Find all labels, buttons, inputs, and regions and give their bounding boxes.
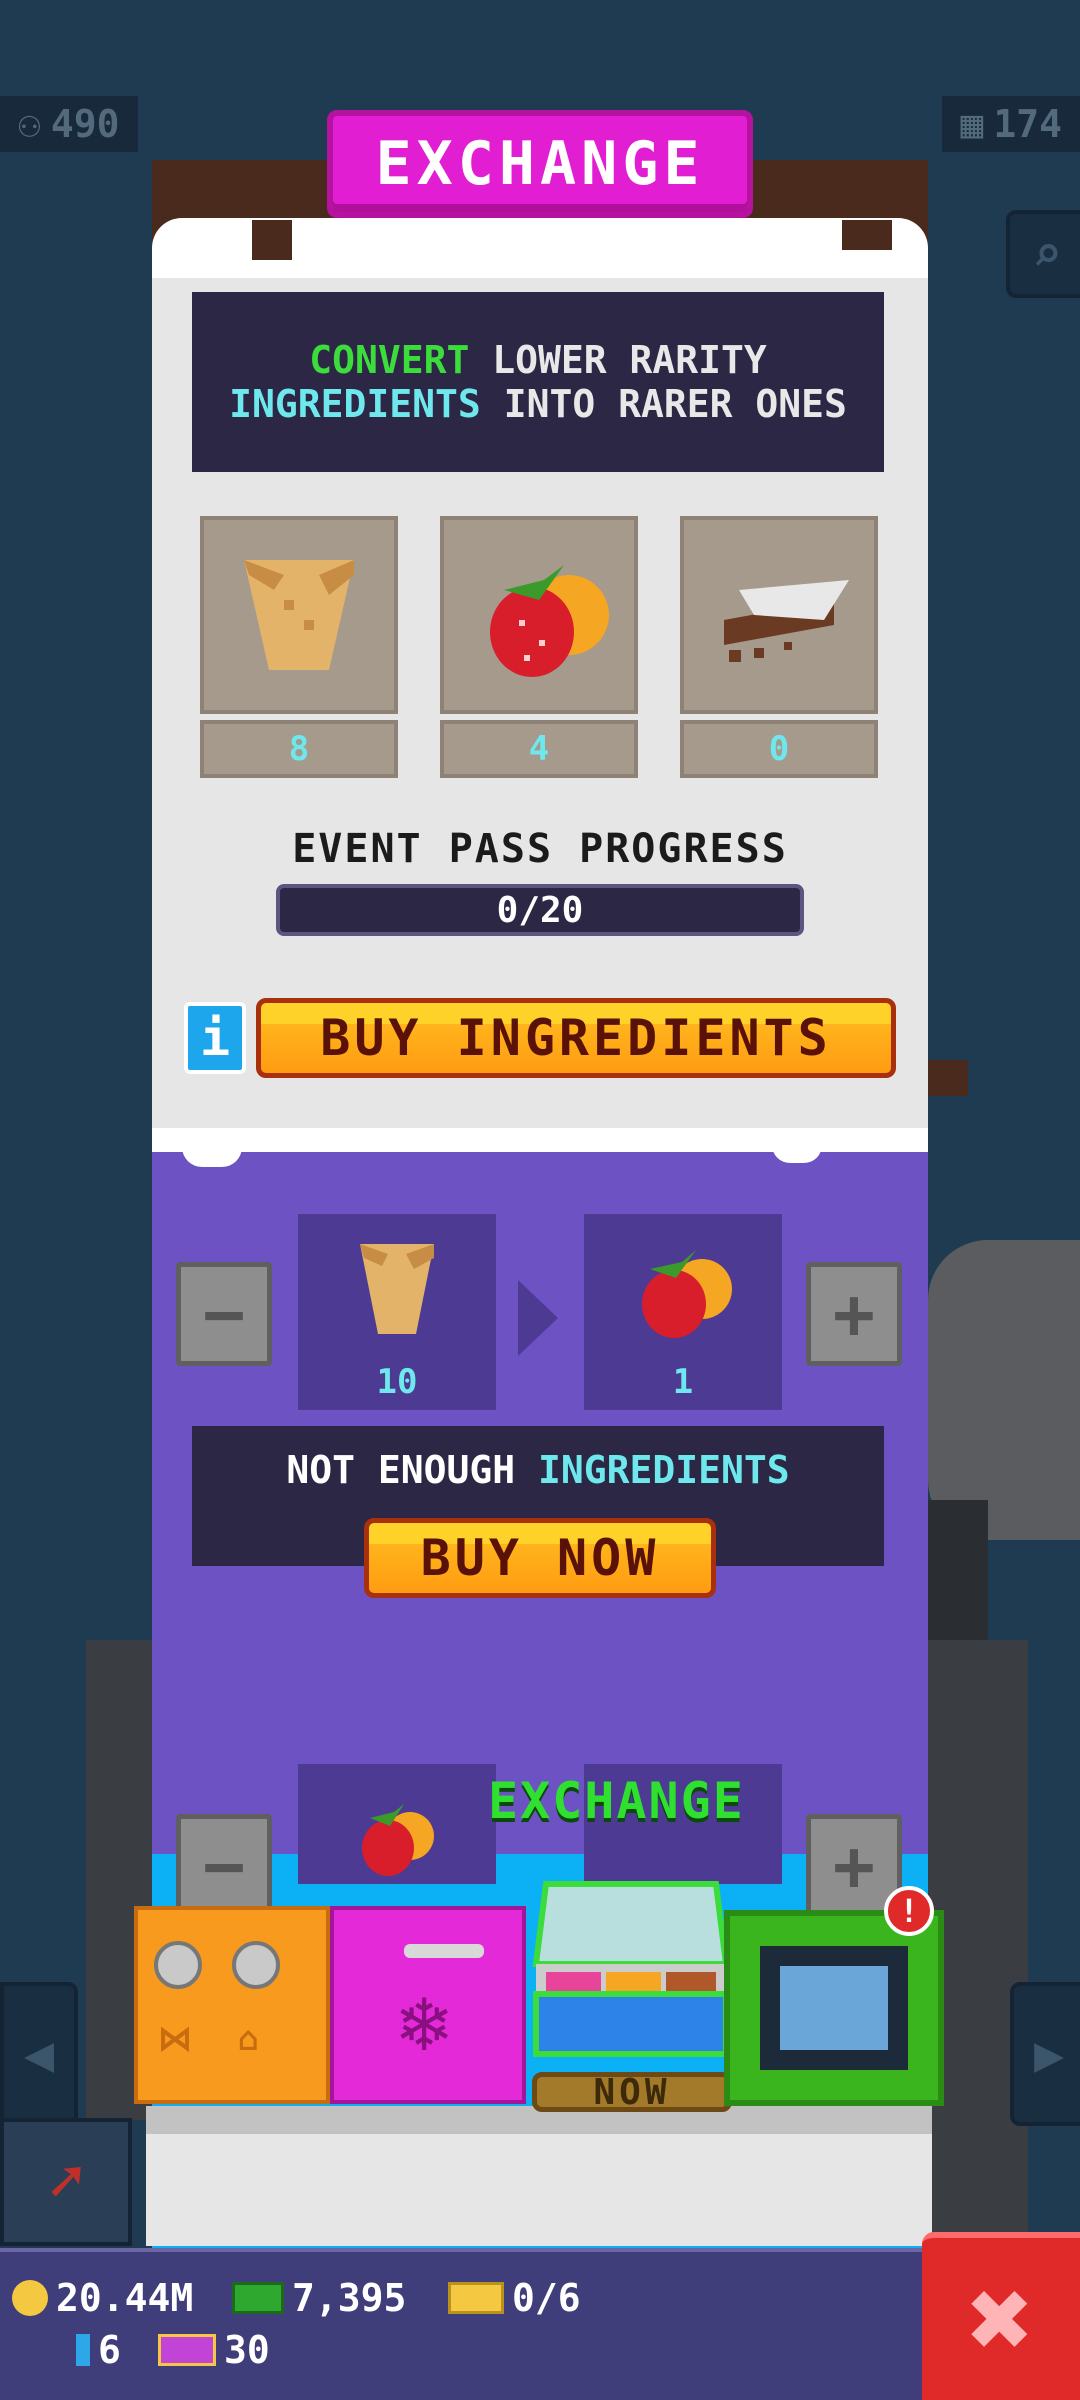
mixer-machine[interactable]: ⋈ ⌂ xyxy=(134,1906,330,2104)
cash-icon xyxy=(232,2282,284,2314)
chocolate-drip xyxy=(252,220,292,260)
chocolate-drip xyxy=(842,220,892,250)
coins-value: 20.44M xyxy=(56,2276,194,2320)
coin-icon xyxy=(12,2280,48,2316)
berries-icon xyxy=(490,565,609,677)
ingredients-highlight: INGREDIENTS xyxy=(229,382,481,426)
search-icon[interactable]: ⌕ xyxy=(1006,210,1080,298)
berries-icon xyxy=(362,1804,434,1876)
chocolate-icon xyxy=(724,580,849,662)
exchange-title-banner: EXCHANGE xyxy=(327,110,753,218)
alert-badge: ! xyxy=(884,1886,934,1936)
info-button[interactable]: i xyxy=(184,1002,246,1074)
not-enough-highlight: INGREDIENTS xyxy=(538,1448,790,1492)
knobs-icon: ⋈ ⌂ xyxy=(154,1941,280,2059)
cone-icon xyxy=(244,560,354,670)
person-icon: ⚇ xyxy=(18,102,41,146)
ticket-icon xyxy=(448,2282,504,2314)
description-line1: LOWER RARITY xyxy=(469,338,767,382)
gems-stat: 6 xyxy=(76,2328,121,2372)
decrease-button[interactable]: − xyxy=(176,1262,272,1366)
to-count: 1 xyxy=(672,1362,694,1402)
floors-counter: ▦ 174 xyxy=(942,96,1080,152)
svg-text:⌂: ⌂ xyxy=(238,2019,258,2059)
cone-icon xyxy=(360,1244,434,1334)
partial-button[interactable]: NOW xyxy=(532,2072,732,2113)
elevator-up-icon[interactable]: ▶ xyxy=(1010,1982,1080,2126)
display-case-icon xyxy=(532,1881,730,2057)
chocolate-ingredient-card[interactable] xyxy=(680,516,878,714)
convert-highlight: CONVERT xyxy=(309,338,470,382)
cash-value: 7,395 xyxy=(292,2276,407,2320)
event-pass-label: EVENT PASS PROGRESS xyxy=(292,826,788,872)
elevator-down-icon[interactable]: ◀ xyxy=(0,1982,78,2126)
tokens-stat: 30 xyxy=(158,2328,270,2372)
cash-stat: 7,395 xyxy=(232,2276,406,2320)
cone-count: 8 xyxy=(200,720,398,778)
fridge-machine[interactable] xyxy=(724,1910,944,2106)
event-pass-progress-bar: 0/20 xyxy=(276,884,804,936)
hammer-tool-icon[interactable]: ➚ xyxy=(0,2118,132,2246)
from-count: 10 xyxy=(376,1362,418,1402)
increase-button[interactable]: + xyxy=(806,1262,902,1366)
berries-count: 4 xyxy=(440,720,638,778)
cone-ingredient-card[interactable] xyxy=(200,516,398,714)
token-icon xyxy=(158,2334,216,2366)
background-smoke xyxy=(928,1240,1080,1540)
background-ledge xyxy=(928,1060,968,1096)
exchange-description: CONVERT LOWER RARITY INGREDIENTS INTO RA… xyxy=(192,292,884,472)
gems-value: 6 xyxy=(98,2328,121,2372)
snowflake-icon: ❄ xyxy=(394,1944,484,2067)
from-ingredient-card[interactable]: 10 xyxy=(298,1214,496,1410)
building-icon: ▦ xyxy=(960,102,984,146)
population-value: 490 xyxy=(50,102,120,146)
display-case-machine[interactable] xyxy=(526,1864,730,2074)
fridge-window-icon xyxy=(760,1946,908,2070)
to-ingredient-card[interactable]: 1 xyxy=(584,1214,782,1410)
buy-ingredients-button[interactable]: BUY INGREDIENTS xyxy=(256,998,896,1078)
tokens-value: 30 xyxy=(224,2328,270,2372)
coins-stat: 20.44M xyxy=(12,2276,193,2320)
buy-now-button[interactable]: BUY NOW xyxy=(364,1518,716,1598)
not-enough-text: NOT ENOUGH xyxy=(286,1448,516,1492)
snow-drip xyxy=(182,1145,242,1167)
tickets-stat: 0/6 xyxy=(448,2276,581,2320)
chocolate-count: 0 xyxy=(680,720,878,778)
arrow-right-icon xyxy=(518,1280,558,1356)
freezer-machine[interactable]: ❄ xyxy=(330,1906,526,2104)
berries-icon xyxy=(642,1250,732,1338)
decrease-button-2[interactable]: − xyxy=(176,1814,272,1918)
status-bar xyxy=(0,2252,930,2400)
tickets-value: 0/6 xyxy=(512,2276,581,2320)
svg-text:❄: ❄ xyxy=(394,1983,454,2067)
event-pass-progress-text: 0/20 xyxy=(496,889,584,931)
close-button[interactable]: ✖ xyxy=(922,2232,1080,2400)
description-line2: INTO RARER ONES xyxy=(480,382,847,426)
from-ingredient-card-2[interactable] xyxy=(298,1764,496,1884)
gem-icon xyxy=(76,2334,90,2366)
population-counter: ⚇ 490 xyxy=(0,96,138,152)
berries-ingredient-card[interactable] xyxy=(440,516,638,714)
svg-text:⋈: ⋈ xyxy=(158,2019,192,2059)
floors-value: 174 xyxy=(993,102,1062,146)
exchange-floating-label: EXCHANGE xyxy=(488,1772,745,1830)
